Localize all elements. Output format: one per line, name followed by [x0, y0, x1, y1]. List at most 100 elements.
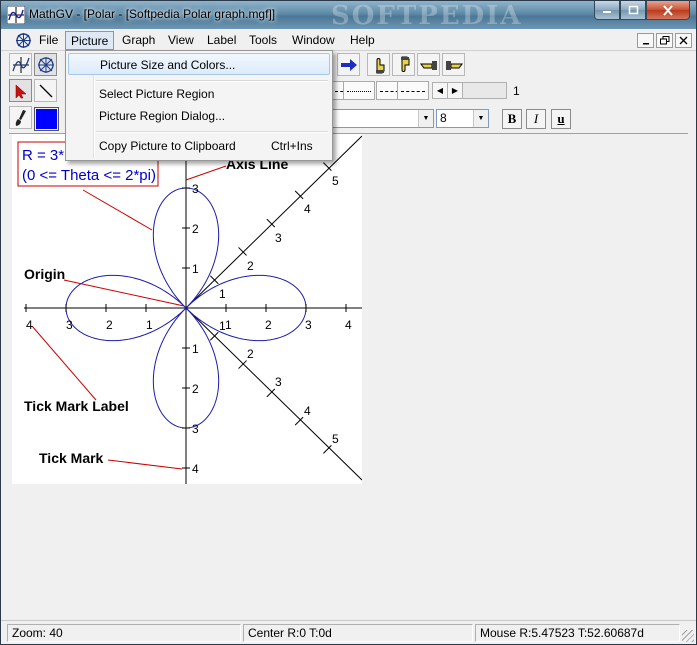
mdi-restore-button[interactable] — [656, 33, 673, 48]
diag-down-tick-label-5: 5 — [332, 432, 339, 446]
menu-item-label: Picture Region Dialog... — [99, 109, 226, 123]
x-tick-label-left-3: 3 — [66, 318, 73, 332]
chevron-down-icon[interactable]: ▼ — [473, 110, 488, 127]
menu-graph[interactable]: Graph — [117, 31, 160, 50]
hand-right-button[interactable] — [442, 53, 465, 76]
line-width-scroller[interactable]: ◀ ▶ — [432, 82, 507, 99]
origin-label[interactable]: Origin — [24, 266, 65, 282]
y-tick-label-down-2: 2 — [192, 382, 199, 396]
draw-line-button[interactable] — [34, 79, 57, 102]
minimize-window-button[interactable] — [594, 1, 620, 20]
menu-item-shortcut: Ctrl+Ins — [271, 139, 313, 153]
diag-down-tick-label-4: 4 — [304, 404, 311, 418]
italic-button[interactable]: I — [526, 109, 546, 129]
mdi-close-button[interactable] — [675, 33, 692, 48]
axis-line-leader-line — [185, 165, 227, 181]
menu-separator — [96, 131, 328, 133]
origin-leader-line — [63, 279, 185, 307]
mathgv-app-icon[interactable] — [7, 6, 25, 24]
menu-item-label: Select Picture Region — [99, 87, 215, 101]
menu-tools[interactable]: Tools — [244, 31, 282, 50]
mdi-client-area: R = 3* (0 <= Theta <= 2*pi) Axis Line Or… — [9, 133, 688, 619]
hand-down-button[interactable] — [392, 53, 415, 76]
picture-menu-dropdown: Picture Size and Colors... Select Pictur… — [65, 50, 333, 161]
status-mouse: Mouse R:5.47523 T:52.60687d — [475, 624, 680, 642]
document-system-menu-icon[interactable] — [15, 32, 32, 49]
dot-line-sample — [347, 91, 371, 92]
bold-button[interactable]: B — [502, 109, 522, 129]
polar-graph-button[interactable] — [34, 53, 57, 76]
hand-pan-button[interactable] — [367, 53, 390, 76]
hand-left-button[interactable] — [417, 53, 440, 76]
menu-label[interactable]: Label — [202, 31, 241, 50]
diag-up-tick-label-4: 4 — [304, 202, 311, 216]
menu-separator — [96, 80, 328, 82]
menu-picture[interactable]: Picture — [65, 31, 115, 50]
diag-down-tick-label-2: 2 — [247, 347, 254, 361]
maximize-icon — [628, 5, 638, 15]
diag-down-tick-label-3: 3 — [275, 375, 282, 389]
menu-picture-size-colors[interactable]: Picture Size and Colors... — [68, 53, 330, 75]
close-window-button[interactable] — [646, 1, 690, 20]
softpedia-watermark: SOFTPEDIA — [331, 1, 523, 31]
current-color-fill — [36, 109, 57, 129]
graph-canvas[interactable]: R = 3* (0 <= Theta <= 2*pi) Axis Line Or… — [12, 134, 363, 484]
cartesian-graph-button[interactable] — [9, 53, 32, 76]
y-tick-label-up-1: 1 — [192, 262, 199, 276]
x-tick-label-right-2: 2 — [265, 318, 272, 332]
chevron-down-icon[interactable]: ▼ — [418, 110, 433, 127]
x-tick-label-left-4: 4 — [26, 318, 33, 332]
x-tick-label-left-2: 2 — [106, 318, 113, 332]
font-size-combo[interactable]: 8 ▼ — [436, 109, 489, 128]
line-style-longdash-button[interactable] — [397, 81, 429, 100]
arrow-right-icon — [340, 58, 357, 71]
scroll-right-icon[interactable]: ▶ — [448, 83, 463, 98]
cartesian-graph-icon — [11, 56, 30, 73]
tick-mark-label-annotation[interactable]: Tick Mark Label — [24, 398, 129, 414]
mdi-minimize-button[interactable] — [637, 33, 654, 48]
menu-file[interactable]: File — [34, 31, 63, 50]
menu-bar: File Picture Graph View Label Tools Wind… — [1, 30, 696, 51]
menu-copy-picture-clipboard[interactable]: Copy Picture to Clipboard Ctrl+Ins — [68, 135, 330, 157]
underline-button[interactable]: u — [551, 109, 571, 129]
tick-mark — [238, 247, 247, 256]
menu-help[interactable]: Help — [345, 31, 380, 50]
brush-icon — [15, 109, 26, 126]
paint-brush-button[interactable] — [9, 106, 32, 129]
menu-window[interactable]: Window — [287, 31, 340, 50]
menu-picture-region-dialog[interactable]: Picture Region Dialog... — [68, 105, 330, 127]
forward-arrow-button[interactable] — [337, 53, 360, 76]
y-tick-label-down-1: 1 — [192, 342, 199, 356]
scroll-left-icon[interactable]: ◀ — [433, 83, 448, 98]
select-pointer-button[interactable] — [9, 79, 32, 102]
title-bar[interactable]: MathGV - [Polar - [Softpedia Polar graph… — [1, 1, 696, 31]
mdi-child-buttons — [637, 33, 692, 48]
close-icon — [663, 4, 673, 16]
menu-view[interactable]: View — [163, 31, 199, 50]
status-zoom: Zoom: 40 — [7, 624, 241, 642]
menu-select-picture-region[interactable]: Select Picture Region — [68, 83, 330, 105]
hand-down-icon — [400, 56, 409, 72]
diag-down-tick-label-1: 1 — [219, 319, 226, 333]
x-tick-label-left-1: 1 — [146, 318, 153, 332]
maximize-window-button[interactable] — [620, 1, 646, 20]
status-center: Center R:0 T:0d — [243, 624, 473, 642]
equation-leader-line — [82, 189, 153, 231]
color-swatch[interactable] — [34, 107, 59, 131]
tick-mark-annotation[interactable]: Tick Mark — [39, 450, 104, 466]
line-style-dot-button[interactable] — [343, 81, 375, 100]
caption-buttons — [594, 1, 690, 21]
hand-right-icon — [445, 60, 463, 70]
font-name-combo[interactable]: ▼ — [331, 109, 434, 128]
diag-up-tick-label-3: 3 — [275, 231, 282, 245]
close-icon — [679, 36, 688, 45]
diagonal-axis-down — [185, 307, 363, 481]
tick-label-leader-line — [31, 325, 97, 401]
resize-grip-icon[interactable] — [682, 630, 694, 642]
polar-graph[interactable]: R = 3* (0 <= Theta <= 2*pi) Axis Line Or… — [12, 134, 363, 484]
hand-left-icon — [419, 60, 437, 70]
minimize-icon — [603, 11, 611, 13]
status-bar: Zoom: 40 Center R:0 T:0d Mouse R:5.47523… — [1, 620, 696, 644]
app-window: MathGV - [Polar - [Softpedia Polar graph… — [0, 0, 697, 645]
diag-up-tick-label-5: 5 — [332, 174, 339, 188]
